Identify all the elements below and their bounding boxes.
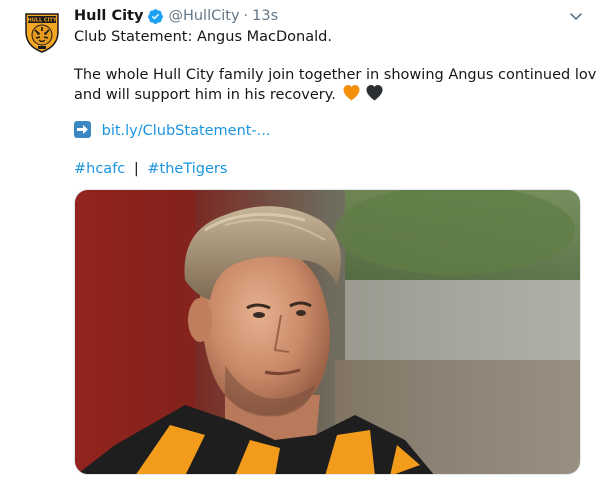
right-arrow-emoji-icon — [74, 121, 91, 138]
avatar[interactable]: HULL CITY — [18, 6, 66, 54]
display-name[interactable]: Hull City — [74, 8, 143, 24]
orange-heart-emoji-icon — [343, 85, 359, 101]
player-photo-image — [75, 190, 580, 474]
tweet-link-line: bit.ly/ClubStatement-... — [74, 121, 271, 142]
tweet-text-line-3: and will support him in his recovery. — [74, 85, 383, 106]
hashtag-separator: | — [133, 161, 139, 177]
tweet-text-line-3-content: and will support him in his recovery. — [74, 87, 336, 103]
timestamp[interactable]: 13s — [252, 8, 278, 24]
tiger-crest-icon: HULL CITY — [19, 7, 65, 53]
tweet-card[interactable]: HULL CITY Hull City @HullCity · 13s Club… — [0, 0, 596, 492]
verified-badge-icon — [148, 8, 164, 24]
chevron-down-icon[interactable] — [568, 8, 584, 24]
hashtag-line: #hcafc | #theTigers — [74, 159, 227, 180]
handle[interactable]: @HullCity — [168, 8, 239, 24]
crest-lettering: HULL CITY — [28, 18, 57, 24]
tweet-text-line-2: The whole Hull City family join together… — [74, 67, 596, 83]
hashtag-thetigers[interactable]: #theTigers — [147, 161, 227, 177]
tweet-photo[interactable] — [74, 189, 581, 475]
separator-dot: · — [243, 8, 249, 24]
tweet-link[interactable]: bit.ly/ClubStatement-... — [102, 123, 271, 139]
hashtag-hcafc[interactable]: #hcafc — [74, 161, 125, 177]
tweet-text-line-1: Club Statement: Angus MacDonald. — [74, 29, 332, 45]
black-heart-emoji-icon — [366, 85, 383, 101]
tweet-header: Hull City @HullCity · 13s — [74, 5, 278, 27]
